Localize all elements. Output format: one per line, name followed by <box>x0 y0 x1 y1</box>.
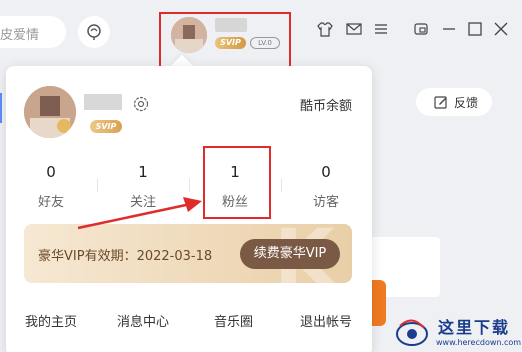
annotation-arrow <box>77 197 202 230</box>
watermark-url: www.herecdown.com <box>436 338 522 347</box>
watermark-text: 这里下载 <box>438 318 511 337</box>
